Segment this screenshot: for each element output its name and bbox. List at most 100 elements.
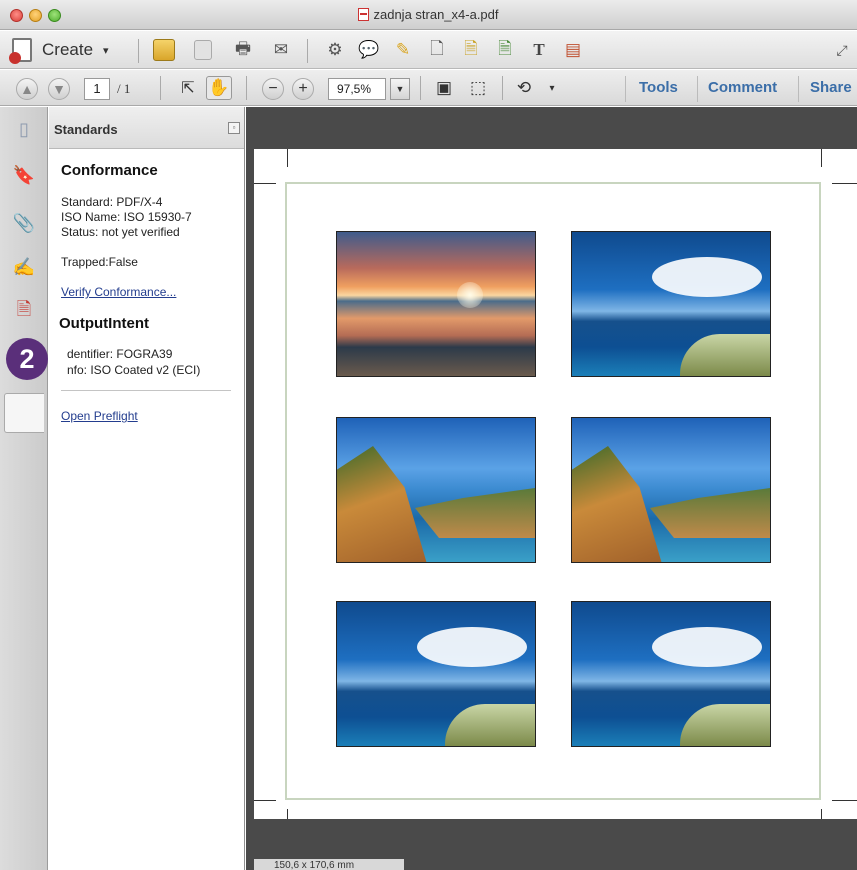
photo-seascape xyxy=(336,601,536,747)
highlighter-icon: ✎ xyxy=(395,40,411,59)
toolbar-separator xyxy=(420,76,421,100)
hand-tool-button[interactable]: ✋ xyxy=(206,76,232,100)
fit-width-button[interactable]: ⬚ xyxy=(466,76,490,100)
fit-page-button[interactable]: ▣ xyxy=(432,76,456,100)
doc-tool-3-button[interactable]: 🗎 xyxy=(492,38,518,62)
minus-icon: − xyxy=(268,80,278,97)
text-tool-button[interactable]: T xyxy=(526,38,552,62)
expand-icon: ⤢ xyxy=(836,41,848,58)
toolbar-separator xyxy=(246,76,247,100)
standards-icon[interactable]: 🗎 xyxy=(12,299,36,324)
create-label: Create xyxy=(42,40,94,59)
zoom-in-button[interactable]: + xyxy=(292,78,314,100)
crop-mark xyxy=(287,149,288,167)
crop-mark xyxy=(832,183,857,184)
doc-tool-1-button[interactable]: 🗋 xyxy=(424,38,450,62)
signature-icon[interactable]: ✍ xyxy=(12,255,36,279)
standard-value: Standard: PDF/X-4 xyxy=(61,195,163,209)
photo-cliff xyxy=(336,417,536,563)
step-badge: 2 xyxy=(6,338,48,380)
photo-seascape xyxy=(571,231,771,377)
status-value: Status: not yet verified xyxy=(61,225,180,239)
zoom-level-input[interactable]: 97,5% xyxy=(328,78,386,100)
select-tool-button[interactable]: ⇱ xyxy=(176,76,200,100)
pdf-page xyxy=(254,149,857,819)
cursor-icon: ⇱ xyxy=(181,80,195,97)
window-title-wrap: zadnja stran_x4-a.pdf xyxy=(0,7,857,22)
zoom-dropdown-button[interactable]: ▼ xyxy=(390,78,410,100)
panel-options-button[interactable]: ▫ xyxy=(228,122,240,134)
main-toolbar: Create ▾ 🖶 ✉ ⚙ 💬 ✎ 🗋 🗎 🗎 T ▤ ⤢ xyxy=(0,31,857,69)
standards-tab[interactable] xyxy=(4,393,44,433)
crop-mark xyxy=(821,809,822,819)
identifier-value: dentifier: FOGRA39 xyxy=(67,347,173,361)
standards-panel: Standards ▫ Conformance Standard: PDF/X-… xyxy=(49,107,245,870)
photo-sunset xyxy=(336,231,536,377)
comment-pane-button[interactable]: Comment xyxy=(708,79,777,96)
open-preflight-link[interactable]: Open Preflight xyxy=(61,409,138,423)
crop-mark xyxy=(254,800,276,801)
title-bar: zadnja stran_x4-a.pdf xyxy=(0,0,857,30)
sign-icon: ⟲ xyxy=(516,78,532,97)
panel-divider xyxy=(61,390,231,391)
page-size-status: 150,6 x 170,6 mm xyxy=(254,859,404,870)
plus-icon: + xyxy=(298,80,308,97)
fit-page-icon: ▣ xyxy=(435,78,453,97)
arrow-up-icon: ▲ xyxy=(20,81,34,97)
toolbar-separator xyxy=(307,39,308,63)
sign-dropdown-button[interactable]: ▾ xyxy=(544,76,560,100)
share-pane-button[interactable]: Share xyxy=(810,79,852,96)
verify-conformance-link[interactable]: Verify Conformance... xyxy=(61,285,176,299)
sign-button[interactable]: ⟲ xyxy=(512,76,536,100)
email-button[interactable]: ✉ xyxy=(266,38,296,62)
page-total-label: / 1 xyxy=(117,81,131,96)
save-icon xyxy=(194,40,212,60)
gear-icon: ⚙ xyxy=(327,40,343,59)
document-check-icon: 🗎 xyxy=(498,38,512,58)
document-arrow-icon: 🗎 xyxy=(464,38,478,58)
form-tool-button[interactable]: ▤ xyxy=(560,38,586,62)
next-page-button[interactable]: ▼ xyxy=(48,78,70,100)
navigation-rail: ▯ 🔖 📎 ✍ 🗎 xyxy=(0,107,48,870)
document-view[interactable]: 150,6 x 170,6 mm xyxy=(246,107,857,870)
doc-tool-2-button[interactable]: 🗎 xyxy=(458,38,484,62)
conformance-heading: Conformance xyxy=(61,162,158,179)
speech-bubble-icon: 💬 xyxy=(358,40,380,59)
bookmark-icon[interactable]: 🔖 xyxy=(12,163,36,187)
print-button[interactable]: 🖶 xyxy=(228,38,258,62)
toolbar-separator xyxy=(625,76,626,102)
toolbar-separator xyxy=(160,76,161,100)
create-button[interactable]: Create ▾ xyxy=(9,38,122,64)
toolbar-separator xyxy=(138,39,139,63)
fit-width-icon: ⬚ xyxy=(469,78,487,97)
window-title: zadnja stran_x4-a.pdf xyxy=(373,7,499,22)
pdf-file-icon xyxy=(358,8,370,21)
create-pdf-icon xyxy=(9,38,32,64)
settings-button[interactable]: ⚙ xyxy=(322,38,348,62)
expand-button[interactable]: ⤢ xyxy=(830,38,854,62)
tools-pane-button[interactable]: Tools xyxy=(639,79,678,96)
highlight-button[interactable]: ✎ xyxy=(390,38,416,62)
page-number-input[interactable]: 1 xyxy=(84,78,110,100)
open-folder-button[interactable] xyxy=(150,38,178,62)
zoom-out-button[interactable]: − xyxy=(262,78,284,100)
output-intent-heading: OutputIntent xyxy=(59,315,149,332)
navigation-toolbar: ▲ ▼ 1 / 1 ⇱ ✋ − + 97,5% ▼ ▣ ⬚ ⟲ ▾ Tools … xyxy=(0,70,857,106)
save-button[interactable] xyxy=(190,38,216,62)
chevron-down-icon: ▼ xyxy=(395,84,405,94)
pages-icon[interactable]: ▯ xyxy=(12,117,36,141)
document-icon: 🗋 xyxy=(430,38,444,58)
toolbar-separator xyxy=(502,76,503,100)
attachment-icon[interactable]: 📎 xyxy=(12,211,36,235)
photo-cliff xyxy=(571,417,771,563)
panel-header: Standards ▫ xyxy=(49,107,244,149)
arrow-down-icon: ▼ xyxy=(52,81,66,97)
printer-icon: 🖶 xyxy=(234,38,252,58)
iso-name-value: ISO Name: ISO 15930-7 xyxy=(61,210,192,224)
previous-page-button[interactable]: ▲ xyxy=(16,78,38,100)
crop-mark xyxy=(821,149,822,167)
crop-mark xyxy=(832,800,857,801)
crop-mark xyxy=(254,183,276,184)
comment-button[interactable]: 💬 xyxy=(356,38,382,62)
toolbar-separator xyxy=(798,76,799,102)
